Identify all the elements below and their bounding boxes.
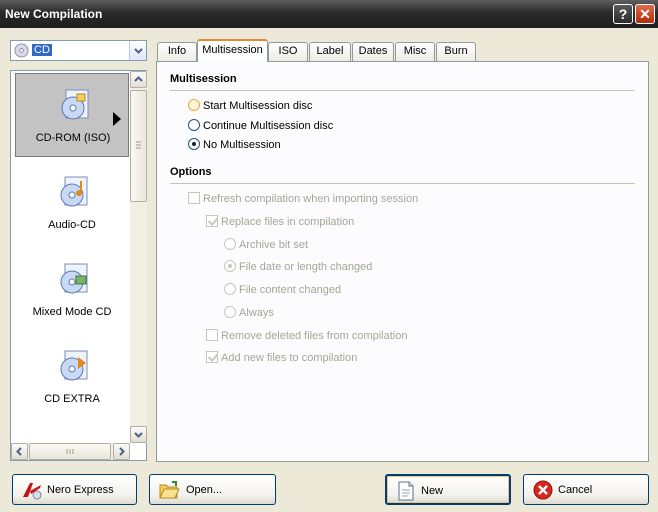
dropdown-button[interactable]	[129, 41, 146, 60]
button-label: Nero Express	[47, 484, 114, 496]
cd-icon	[14, 43, 29, 58]
new-document-icon	[398, 481, 414, 501]
chevron-left-icon	[16, 447, 22, 456]
radio-label: File date or length changed	[239, 261, 373, 273]
checkbox-icon	[206, 215, 218, 228]
compilation-item-mixed-mode-cd[interactable]: Mixed Mode CD	[15, 248, 129, 332]
radio-label: Continue Multisession disc	[203, 120, 334, 132]
checkbox-label: Refresh compilation when importing sessi…	[203, 193, 419, 205]
cd-rom-iso-icon	[61, 89, 89, 120]
radio-icon	[188, 138, 200, 151]
button-label: Open...	[186, 484, 223, 496]
checkbox-remove-deleted[interactable]: Remove deleted files from compilation	[206, 329, 408, 342]
radio-label: File content changed	[239, 284, 342, 296]
nero-express-button[interactable]: Nero Express	[12, 474, 137, 505]
compilation-type-list[interactable]: CD-ROM (ISO) Audio-CD Mixed Mode CD CD E…	[10, 70, 147, 461]
scroll-thumb[interactable]	[130, 90, 147, 202]
horizontal-scroll-thumb[interactable]	[29, 443, 111, 460]
scroll-down-button[interactable]	[130, 426, 147, 443]
nero-express-icon	[23, 483, 42, 500]
disc-type-value: CD	[32, 44, 52, 56]
radio-icon	[224, 306, 236, 319]
multisession-panel: Multisession Start Multisession disc Con…	[156, 61, 649, 462]
radio-icon	[188, 99, 200, 112]
tab-iso[interactable]: ISO	[268, 42, 308, 61]
checkbox-label: Remove deleted files from compilation	[221, 330, 408, 342]
section-divider	[170, 183, 635, 184]
radio-icon	[224, 260, 236, 273]
compilation-item-label: Mixed Mode CD	[32, 306, 112, 318]
grip-icon	[66, 449, 74, 454]
tab-dates[interactable]: Dates	[352, 42, 394, 61]
grip-icon	[136, 141, 141, 149]
audio-cd-icon	[60, 176, 88, 207]
checkbox-add-new-files[interactable]: Add new files to compilation	[206, 351, 358, 364]
scroll-up-button[interactable]	[130, 71, 147, 88]
compilation-item-label: CD EXTRA	[44, 393, 100, 405]
checkbox-icon	[206, 351, 218, 364]
radio-icon	[188, 119, 200, 132]
cd-extra-icon	[60, 350, 88, 381]
radio-label: Start Multisession disc	[203, 100, 313, 112]
cancel-icon	[533, 480, 553, 500]
window-title: New Compilation	[5, 7, 103, 21]
new-button[interactable]: New	[385, 474, 511, 505]
compilation-item-cd-rom-iso[interactable]: CD-ROM (ISO)	[15, 73, 129, 157]
mixed-mode-cd-icon	[60, 263, 88, 294]
radio-start-multisession[interactable]: Start Multisession disc	[188, 99, 313, 112]
tab-label[interactable]: Label	[309, 42, 351, 61]
horizontal-scrollbar[interactable]	[11, 443, 130, 460]
scroll-right-button[interactable]	[113, 443, 130, 460]
radio-icon	[224, 283, 236, 296]
new-compilation-dialog: New Compilation ? ✕ CD CD-ROM (ISO) Audi…	[0, 0, 658, 512]
tab-info[interactable]: Info	[157, 42, 197, 61]
compilation-item-label: CD-ROM (ISO)	[35, 132, 111, 144]
title-bar[interactable]: New Compilation ? ✕	[0, 0, 658, 28]
tab-misc[interactable]: Misc	[395, 42, 435, 61]
disc-type-select[interactable]: CD	[10, 40, 147, 61]
help-button[interactable]: ?	[613, 4, 633, 24]
checkbox-refresh-compilation[interactable]: Refresh compilation when importing sessi…	[188, 192, 419, 205]
radio-file-date-length[interactable]: File date or length changed	[224, 260, 373, 273]
radio-label: Always	[239, 307, 274, 319]
tab-burn[interactable]: Burn	[436, 42, 476, 61]
checkbox-label: Replace files in compilation	[221, 216, 355, 228]
chevron-down-icon	[134, 432, 143, 438]
checkbox-replace-files[interactable]: Replace files in compilation	[206, 215, 355, 228]
chevron-up-icon	[134, 76, 143, 82]
radio-label: Archive bit set	[239, 239, 309, 251]
close-button[interactable]: ✕	[635, 4, 655, 24]
radio-no-multisession[interactable]: No Multisession	[188, 138, 281, 151]
radio-icon	[224, 238, 236, 251]
checkbox-icon	[188, 192, 200, 205]
button-label: Cancel	[558, 484, 593, 496]
radio-label: No Multisession	[203, 139, 281, 151]
checkbox-label: Add new files to compilation	[221, 352, 358, 364]
tab-multisession[interactable]: Multisession	[197, 39, 268, 62]
open-button[interactable]: Open...	[149, 474, 276, 505]
chevron-right-icon	[119, 447, 125, 456]
checkbox-icon	[206, 329, 218, 342]
compilation-item-audio-cd[interactable]: Audio-CD	[15, 161, 129, 245]
multisession-heading: Multisession	[170, 73, 237, 85]
chevron-down-icon	[134, 48, 143, 54]
button-label: New	[421, 485, 444, 497]
selected-arrow-icon	[113, 112, 121, 126]
vertical-scrollbar[interactable]	[130, 71, 147, 443]
section-divider	[170, 90, 635, 91]
compilation-item-label: Audio-CD	[48, 219, 96, 231]
scroll-left-button[interactable]	[11, 443, 28, 460]
radio-file-content[interactable]: File content changed	[224, 283, 342, 296]
radio-archive-bit[interactable]: Archive bit set	[224, 238, 309, 251]
radio-always[interactable]: Always	[224, 306, 274, 319]
radio-continue-multisession[interactable]: Continue Multisession disc	[188, 119, 334, 132]
cancel-button[interactable]: Cancel	[523, 474, 649, 505]
open-folder-icon	[159, 481, 180, 499]
options-heading: Options	[170, 166, 212, 178]
compilation-item-cd-extra[interactable]: CD EXTRA	[15, 335, 129, 419]
